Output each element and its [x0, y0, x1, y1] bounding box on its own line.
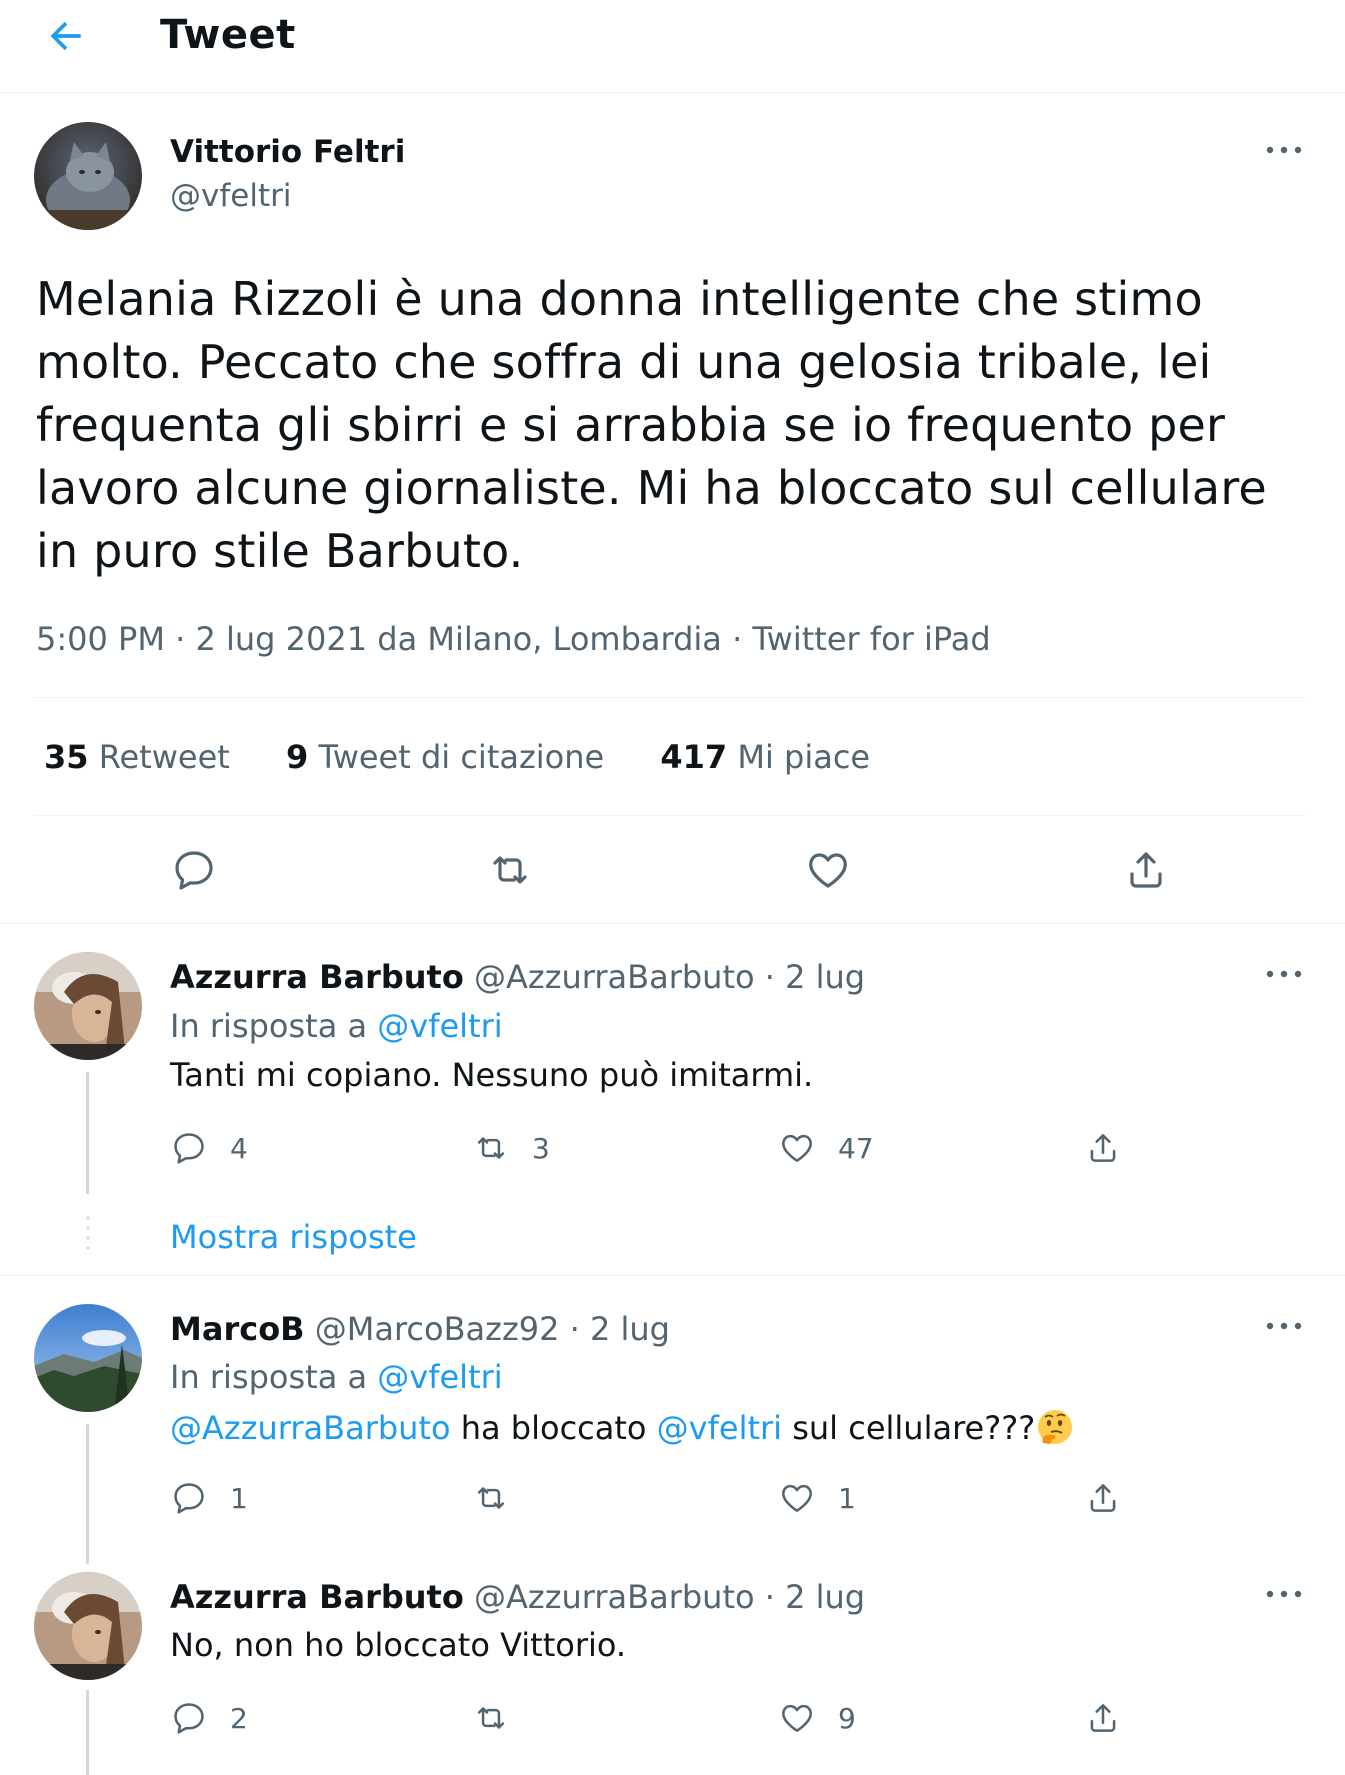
thread-line — [86, 1690, 89, 1775]
tweet-meta[interactable]: 5:00 PM · 2 lug 2021 da Milano, Lombardi… — [36, 620, 991, 658]
reply-avatar[interactable] — [34, 1572, 142, 1680]
like-action[interactable]: 9 — [778, 1698, 856, 1738]
share-icon[interactable] — [1122, 846, 1170, 894]
reply-count: 1 — [230, 1481, 248, 1515]
divider — [0, 923, 1345, 924]
reply-text: Tanti mi copiano. Nessuno può imitarmi. — [170, 1056, 814, 1094]
like-heart-icon[interactable] — [778, 1129, 816, 1167]
retweet-icon[interactable] — [486, 846, 534, 894]
page-title: Tweet — [160, 12, 296, 58]
reply-context: In risposta a @vfeltri — [170, 1358, 503, 1396]
tweet-page: Tweet Vittorio Feltri @vfeltri Melania R… — [0, 0, 1345, 1775]
retweet-icon[interactable] — [472, 1699, 510, 1737]
share-action[interactable] — [1084, 1478, 1122, 1518]
thread-line — [86, 1424, 89, 1564]
retweet-icon[interactable] — [472, 1479, 510, 1517]
reply-action[interactable]: 4 — [170, 1128, 248, 1168]
reply-icon[interactable] — [170, 1699, 208, 1737]
like-count: 9 — [838, 1701, 856, 1735]
reply-action[interactable]: 2 — [170, 1698, 248, 1738]
share-icon[interactable] — [1084, 1479, 1122, 1517]
mention-link[interactable]: @vfeltri — [377, 1358, 502, 1396]
reply-count: 4 — [230, 1131, 248, 1165]
mention-link[interactable]: @vfeltri — [377, 1007, 502, 1045]
like-count: 1 — [838, 1481, 856, 1515]
more-options-icon[interactable] — [1262, 1584, 1306, 1604]
reply-icon[interactable] — [170, 1479, 208, 1517]
retweet-stat[interactable]: 35 Retweet — [44, 738, 230, 776]
like-heart-icon[interactable] — [804, 846, 852, 894]
like-heart-icon[interactable] — [778, 1699, 816, 1737]
like-stat[interactable]: 417 Mi piace — [660, 738, 870, 776]
retweet-action[interactable] — [472, 1698, 532, 1738]
like-action[interactable]: 1 — [778, 1478, 856, 1518]
thread-line — [86, 1072, 89, 1194]
tweet-stats: 35 Retweet 9 Tweet di citazione 417 Mi p… — [44, 738, 916, 776]
retweet-action[interactable] — [472, 1478, 532, 1518]
author-handle[interactable]: @vfeltri — [170, 178, 291, 214]
divider — [0, 1275, 1345, 1276]
mention-link[interactable]: @AzzurraBarbuto — [170, 1409, 451, 1447]
author-avatar[interactable] — [34, 122, 142, 230]
share-icon[interactable] — [1084, 1699, 1122, 1737]
reply-avatar[interactable] — [34, 1304, 142, 1412]
retweet-count: 3 — [532, 1131, 550, 1165]
author-name[interactable]: Vittorio Feltri — [170, 134, 405, 170]
reply-avatar[interactable] — [34, 952, 142, 1060]
share-action[interactable] — [1084, 1698, 1122, 1738]
reply-author[interactable]: MarcoB @MarcoBazz92 · 2 lug — [170, 1310, 670, 1348]
reply-author[interactable]: Azzurra Barbuto @AzzurraBarbuto · 2 lug — [170, 958, 865, 996]
separator — [34, 697, 1306, 698]
reply-icon[interactable] — [170, 846, 218, 894]
reply-count: 2 — [230, 1701, 248, 1735]
separator — [34, 815, 1306, 816]
more-options-icon[interactable] — [1262, 964, 1306, 984]
reply-icon[interactable] — [170, 1129, 208, 1167]
reply-text: @AzzurraBarbuto ha bloccato @vfeltri sul… — [170, 1407, 1075, 1447]
share-action[interactable] — [1084, 1128, 1122, 1168]
thinking-face-icon — [1038, 1410, 1073, 1444]
retweet-icon[interactable] — [472, 1129, 510, 1167]
more-options-icon[interactable] — [1262, 1316, 1306, 1336]
quote-stat[interactable]: 9 Tweet di citazione — [286, 738, 604, 776]
thread-dots — [86, 1216, 90, 1250]
reply-context: In risposta a @vfeltri — [170, 1007, 503, 1045]
like-heart-icon[interactable] — [778, 1479, 816, 1517]
reply-action[interactable]: 1 — [170, 1478, 248, 1518]
show-replies-link[interactable]: Mostra risposte — [170, 1218, 417, 1256]
mention-link[interactable]: @vfeltri — [657, 1409, 782, 1447]
reply-text: No, non ho bloccato Vittorio. — [170, 1626, 627, 1664]
retweet-action[interactable]: 3 — [472, 1128, 550, 1168]
back-arrow-icon[interactable] — [44, 14, 88, 58]
share-icon[interactable] — [1084, 1129, 1122, 1167]
top-bar: Tweet — [0, 0, 1345, 93]
more-options-icon[interactable] — [1262, 140, 1306, 160]
reply-author[interactable]: Azzurra Barbuto @AzzurraBarbuto · 2 lug — [170, 1578, 865, 1616]
tweet-text: Melania Rizzoli è una donna intelligente… — [36, 272, 1267, 578]
like-count: 47 — [838, 1131, 874, 1165]
like-action[interactable]: 47 — [778, 1128, 874, 1168]
